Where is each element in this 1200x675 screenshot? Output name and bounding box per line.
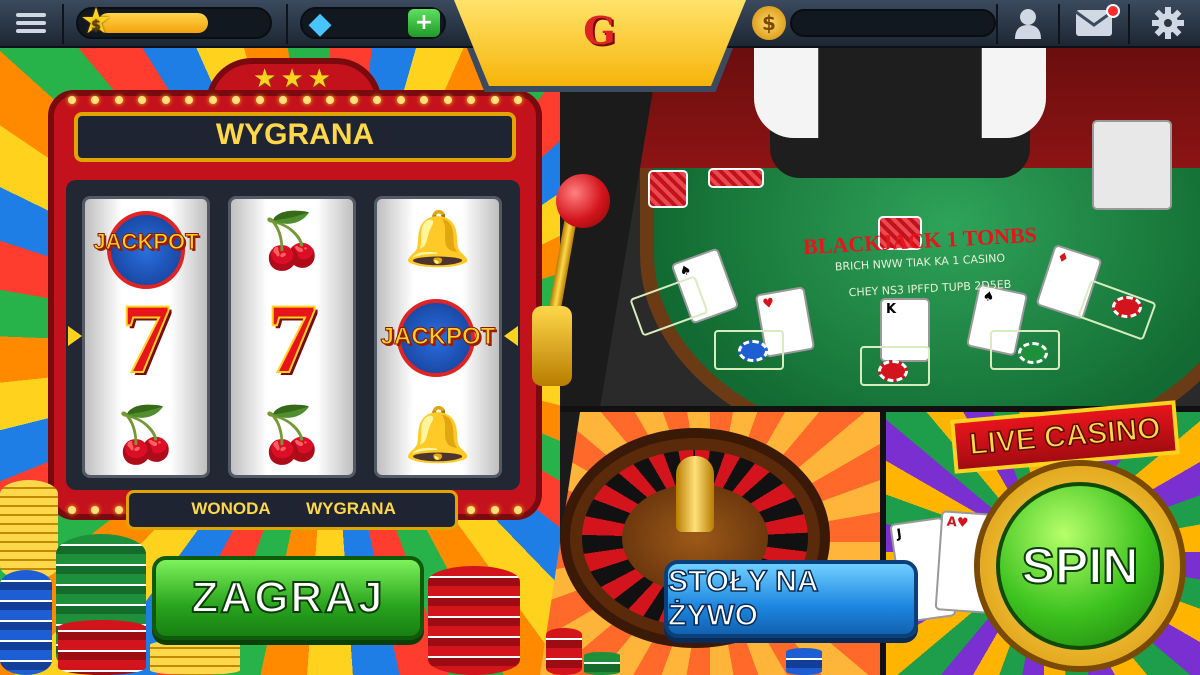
notification-dot (1106, 4, 1120, 18)
topbar-separator (1128, 4, 1130, 44)
spin-button[interactable]: SPIN (996, 482, 1164, 650)
bell-icon: 🔔 (404, 403, 472, 466)
payline-arrow-right-icon (504, 326, 518, 346)
card-deck (708, 168, 764, 188)
topbar-separator (62, 4, 64, 44)
chip (1112, 296, 1142, 318)
game-logo[interactable]: G (454, 8, 746, 53)
lever-knob[interactable] (556, 174, 610, 228)
topbar-separator (996, 4, 998, 44)
payline-arrow-left-icon (68, 326, 82, 346)
diamond-icon: ◆ (308, 6, 332, 41)
cherry-icon: 🍒 (112, 403, 180, 466)
coin-icon: $ (752, 6, 786, 40)
slot-title: WYGRANA (215, 118, 375, 151)
chip (738, 340, 768, 362)
reel[interactable]: JACKPOT 7 🍒 (82, 196, 210, 478)
chip (1018, 342, 1048, 364)
topbar-separator (1058, 4, 1060, 44)
coin-stack (150, 640, 240, 675)
secondary-balance-meter (790, 9, 996, 37)
add-gems-button[interactable]: + (408, 9, 440, 37)
gear-icon[interactable] (1140, 0, 1196, 46)
play-button[interactable]: ZAGRAJ (152, 556, 424, 640)
star-icon: ★ $ (76, 2, 116, 42)
roulette-spindle (676, 456, 714, 532)
card-shoe-right (1092, 120, 1172, 210)
slot-info-left: WONODA (191, 499, 271, 518)
cherry-icon: 🍒 (258, 403, 326, 466)
live-tables-button[interactable]: STOŁY NA ŻYWO (664, 560, 918, 638)
seven-symbol: 7 (120, 283, 172, 394)
seven-symbol: 7 (266, 283, 318, 394)
chip-stack (546, 628, 582, 675)
reel[interactable]: 🔔 JACKPOT 🔔 (374, 196, 502, 478)
chip-stack (0, 570, 52, 675)
jackpot-symbol: JACKPOT (93, 229, 199, 255)
marquee-bulbs (60, 96, 530, 104)
lever-base (532, 306, 572, 386)
slot-info-right: WYGRANA (306, 499, 396, 518)
chip (878, 360, 908, 382)
chip-stack (428, 566, 520, 675)
chip-stack (786, 648, 822, 675)
user-icon[interactable] (1004, 0, 1052, 46)
jackpot-symbol: JACKPOT (380, 323, 496, 351)
card-shoe-left (648, 170, 688, 208)
bell-icon: 🔔 (404, 207, 472, 270)
chip-stack (58, 620, 146, 675)
coin-stack (0, 480, 58, 580)
coin-symbol: $ (91, 18, 101, 34)
topbar-separator (286, 4, 288, 44)
chip-stack (584, 652, 620, 675)
cherry-icon: 🍒 (258, 209, 326, 272)
hamburger-icon[interactable] (6, 0, 56, 46)
reel[interactable]: 🍒 7 🍒 (228, 196, 356, 478)
